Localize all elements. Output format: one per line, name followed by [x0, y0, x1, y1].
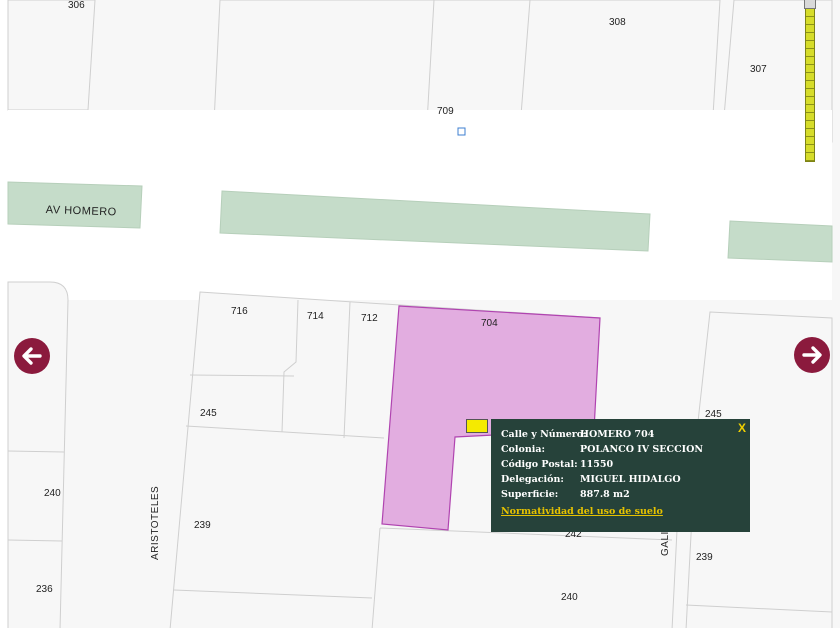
map-canvas[interactable] — [0, 0, 840, 630]
street-label-av-homero: AV HOMERO — [45, 204, 117, 219]
zoom-handle[interactable] — [804, 0, 816, 9]
lot-number: 714 — [307, 311, 324, 322]
lot-number: 307 — [750, 64, 767, 75]
lot-number: 306 — [68, 0, 85, 11]
lot-info-popup: X Calle y Número: HOMERO 704 Colonia: PO… — [491, 419, 750, 532]
close-popup-button[interactable]: X — [738, 421, 746, 435]
info-value: HOMERO 704 — [580, 429, 655, 440]
info-label: Superficie: — [501, 489, 559, 500]
pan-left-button[interactable] — [14, 338, 50, 374]
lot-number: 245 — [200, 408, 217, 419]
info-label: Código Postal: — [501, 459, 578, 470]
lot-number: 239 — [194, 520, 211, 531]
info-value: MIGUEL HIDALGO — [580, 474, 681, 485]
arrow-right-icon — [802, 346, 822, 364]
point-marker-709 — [457, 127, 466, 136]
info-value: 887.8 m2 — [580, 489, 630, 500]
lot-number: 236 — [36, 584, 53, 595]
street-label-aristoteles: ARISTOTELES — [150, 485, 161, 560]
lot-number: 712 — [361, 313, 378, 324]
arrow-left-icon — [22, 347, 42, 365]
location-marker[interactable] — [466, 419, 488, 433]
zoom-ticks — [806, 1, 814, 161]
lot-number: 716 — [231, 306, 248, 317]
info-value: 11550 — [580, 459, 614, 470]
info-label: Delegación: — [501, 474, 564, 485]
info-value: POLANCO IV SECCION — [580, 444, 704, 455]
info-label: Calle y Número: — [501, 429, 587, 440]
land-use-regulation-link[interactable]: Normatividad del uso de suelo — [501, 506, 663, 517]
lot-number: 308 — [609, 17, 626, 28]
lot-number: 240 — [561, 592, 578, 603]
lot-number: 709 — [437, 106, 454, 117]
lot-number: 240 — [44, 488, 61, 499]
lot-number: 239 — [696, 552, 713, 563]
info-label: Colonia: — [501, 444, 546, 455]
block-bottom-left — [7, 281, 69, 630]
pan-right-button[interactable] — [794, 337, 830, 373]
lot-number: 704 — [481, 318, 498, 329]
map-viewport[interactable]: AV HOMERO ARISTOTELES GALILEO 306 308 30… — [0, 0, 840, 630]
zoom-slider[interactable] — [804, 0, 816, 162]
